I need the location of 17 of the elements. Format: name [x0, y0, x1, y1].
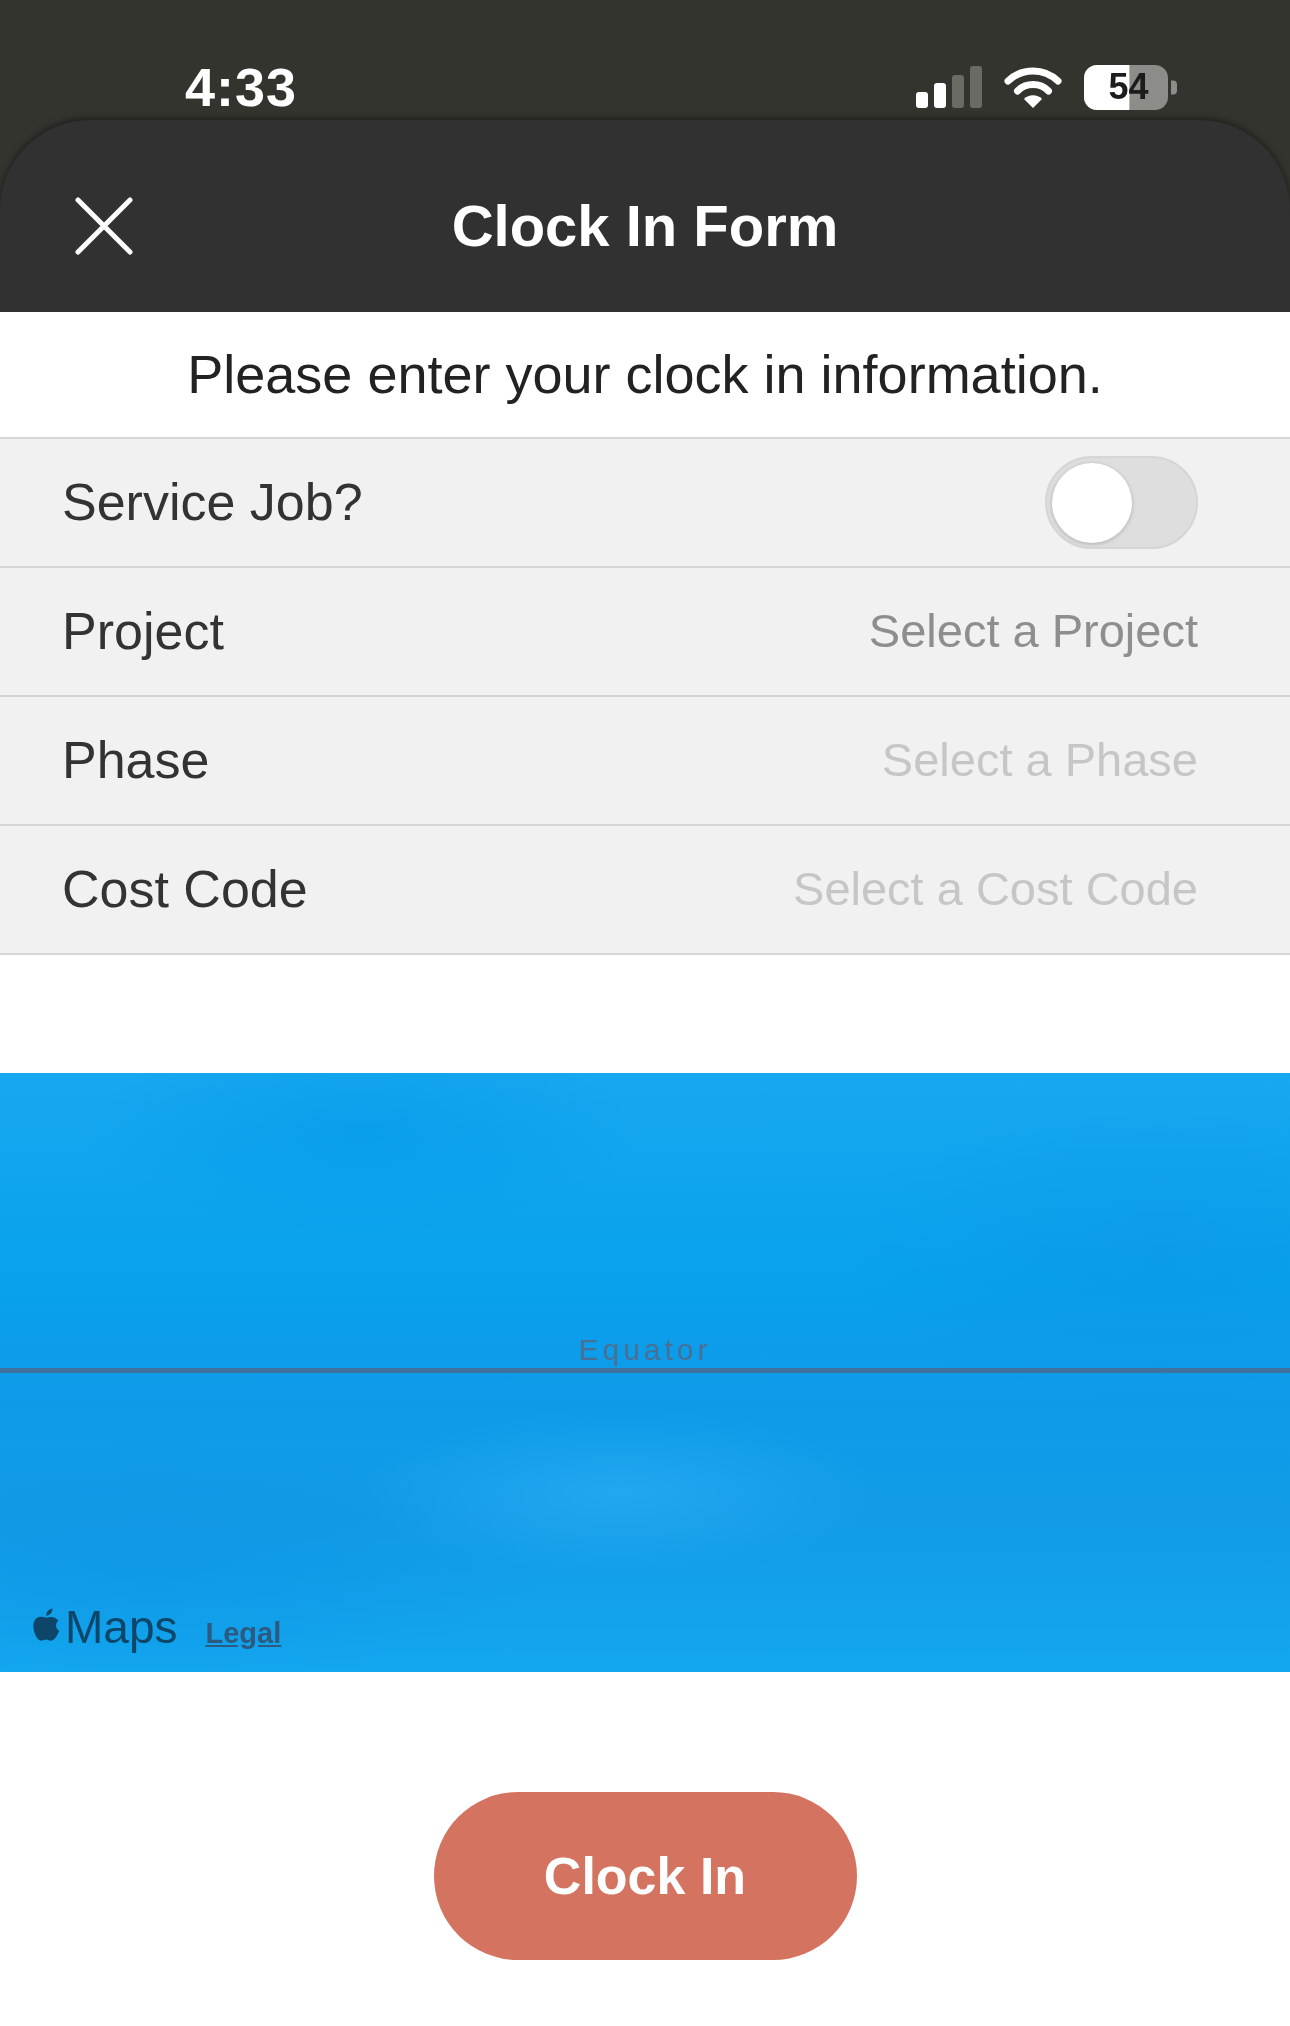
intro-text: Please enter your clock in information. — [187, 343, 1103, 406]
wifi-icon — [1004, 65, 1062, 109]
apple-icon — [31, 1607, 61, 1643]
field-label: Service Job? — [62, 472, 363, 533]
form-title: Clock In Form — [451, 192, 839, 260]
field-label: Project — [62, 601, 224, 662]
close-button[interactable] — [75, 197, 133, 255]
battery-percent: 54 — [1108, 69, 1149, 105]
status-time: 4:33 — [185, 60, 298, 114]
legal-link[interactable]: Legal — [205, 1619, 282, 1648]
map-label: Equator — [578, 1333, 712, 1366]
field-label: Cost Code — [62, 859, 308, 920]
select-picker[interactable]: Select a Project — [868, 604, 1198, 659]
clock-in-button[interactable]: Clock In — [433, 1792, 857, 1960]
battery-icon — [1084, 64, 1178, 110]
field-label: Phase — [62, 730, 210, 791]
signal-icon — [916, 66, 982, 108]
